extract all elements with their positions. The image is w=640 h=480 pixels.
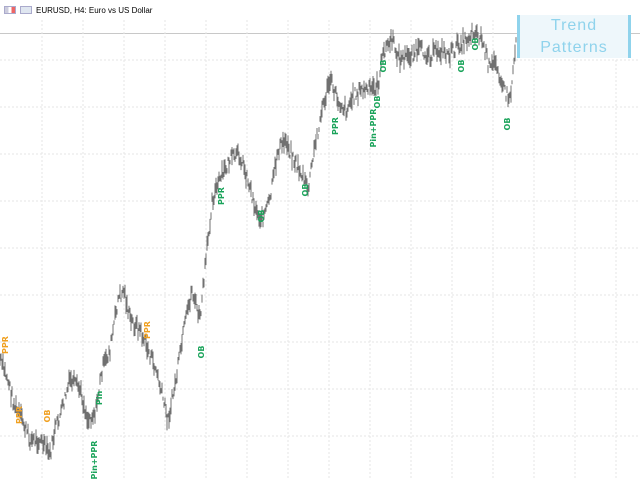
- pattern-label: Pin+PPR: [369, 109, 378, 148]
- pattern-label: PPR: [15, 406, 24, 424]
- price-chart[interactable]: PPRPPR OBPin+PPRPinPPROBPPROBOBPPR Pin+PPR…: [0, 0, 640, 480]
- pattern-label: OB: [457, 60, 466, 73]
- pattern-label: PPR: [1, 336, 10, 354]
- trend-patterns-badge[interactable]: Trend Patterns: [517, 15, 631, 58]
- pattern-label: PPR: [143, 321, 152, 339]
- pattern-label: Pin: [95, 391, 104, 406]
- chart-window[interactable]: EURUSD, H4: Euro vs US Dollar PPR PPR OB Pi…: [0, 0, 640, 480]
- pattern-label: PPR: [331, 117, 340, 135]
- pattern-label: OB: [257, 210, 266, 223]
- pattern-label: OB: [373, 96, 382, 109]
- chart-grid: [0, 20, 640, 480]
- pattern-label: PPR: [217, 187, 226, 205]
- pattern-label: OB: [301, 184, 310, 197]
- pattern-label: OB: [503, 118, 512, 131]
- pattern-label: OB: [379, 60, 388, 73]
- pattern-label: OB: [471, 38, 480, 51]
- badge-title-line2: Patterns: [540, 38, 608, 56]
- pattern-label: OB: [197, 346, 206, 359]
- pattern-label: Pin+PPR: [90, 441, 99, 480]
- badge-title-line1: Trend: [550, 16, 598, 34]
- pattern-label: OB: [43, 410, 52, 423]
- price-bars: [0, 22, 517, 460]
